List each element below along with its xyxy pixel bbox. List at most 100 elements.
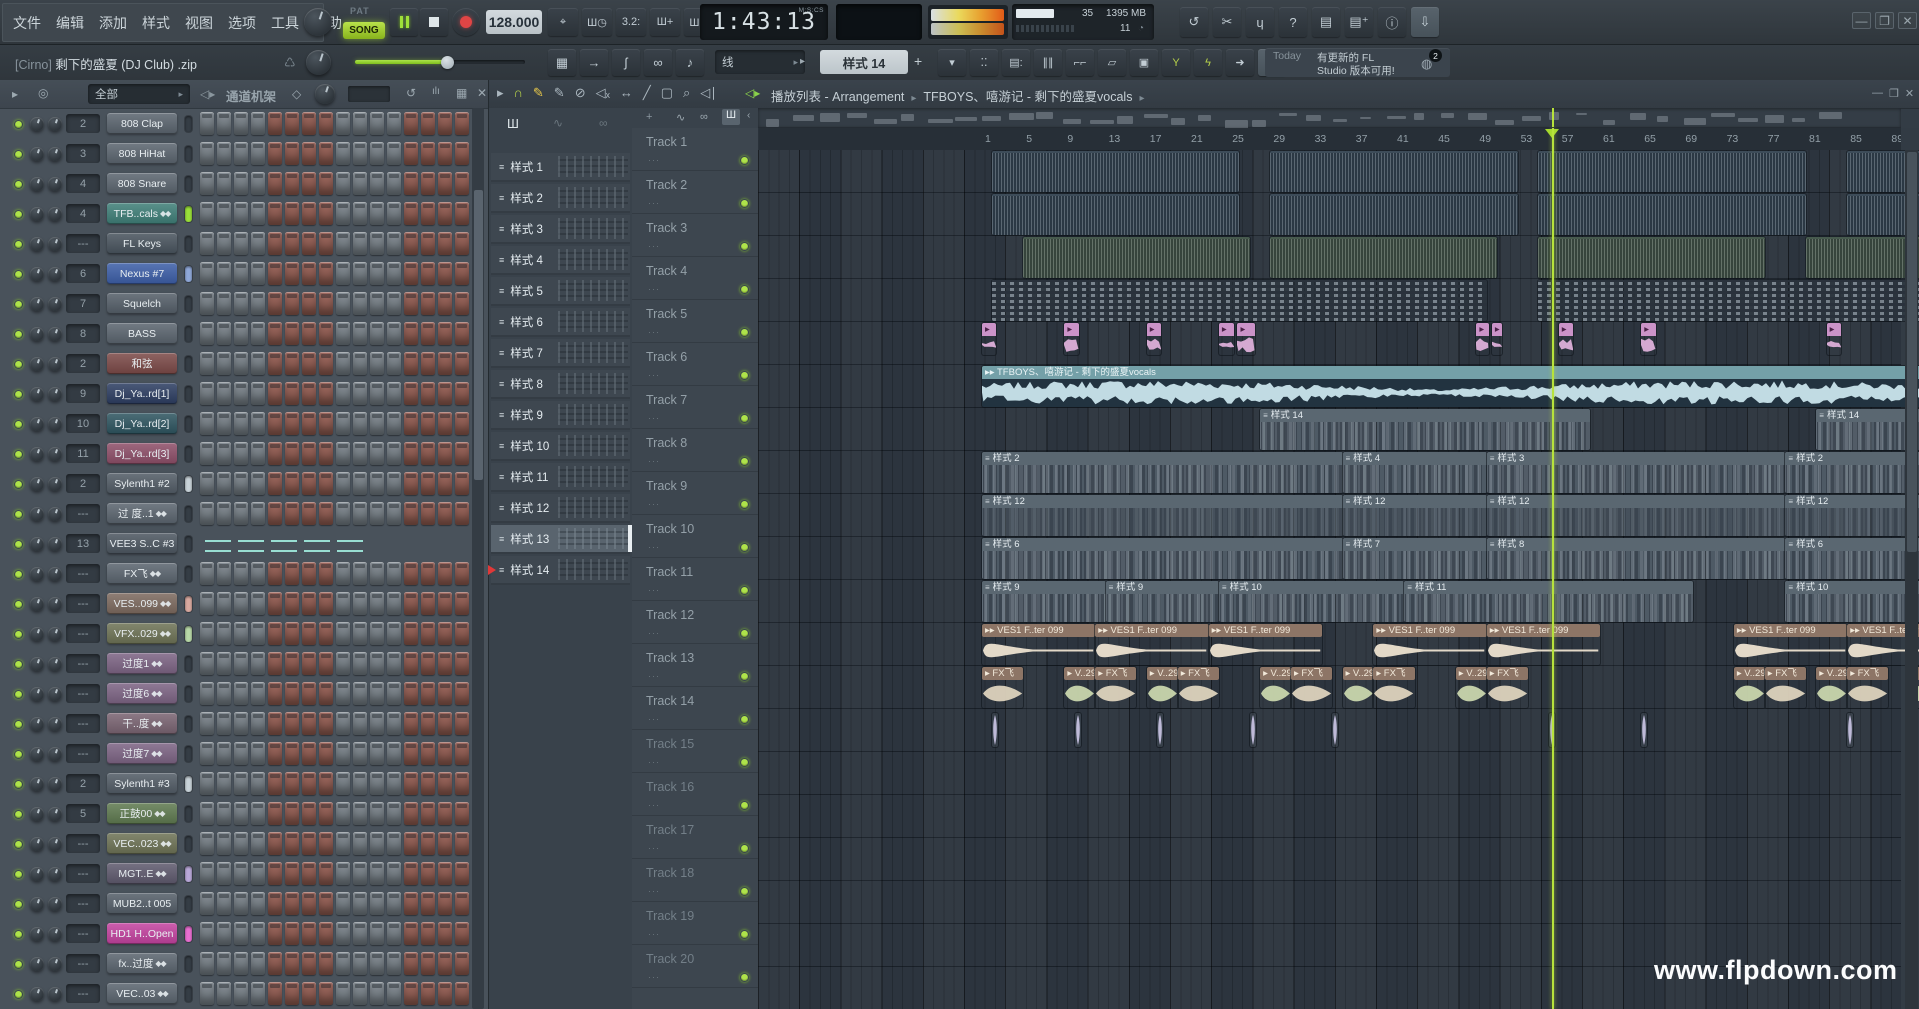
step-button[interactable] xyxy=(404,922,418,945)
audio-clip[interactable]: ▸ V..29 xyxy=(1456,667,1487,708)
step-button[interactable] xyxy=(285,502,299,525)
step-button[interactable] xyxy=(404,472,418,495)
step-button[interactable] xyxy=(336,262,350,285)
pattern-item[interactable]: ≡样式 2 xyxy=(491,184,630,213)
step-button[interactable] xyxy=(370,172,384,195)
step-button[interactable] xyxy=(302,832,316,855)
step-button[interactable] xyxy=(217,892,231,915)
channel-mute-indicator[interactable] xyxy=(185,116,192,132)
step-button[interactable] xyxy=(319,502,333,525)
channel-button[interactable]: 和弦 xyxy=(107,353,177,374)
track-led[interactable] xyxy=(740,973,749,982)
step-button[interactable] xyxy=(421,682,435,705)
channel-target-number[interactable]: --- xyxy=(66,864,100,883)
menu-编辑[interactable]: 编辑 xyxy=(56,13,84,33)
track-led[interactable] xyxy=(740,156,749,165)
step-button[interactable] xyxy=(387,472,401,495)
step-button[interactable] xyxy=(200,202,214,225)
step-button[interactable] xyxy=(302,142,316,165)
channel-target-number[interactable]: --- xyxy=(66,834,100,853)
step-button[interactable] xyxy=(421,502,435,525)
channel-mute-indicator[interactable] xyxy=(185,746,192,762)
step-button[interactable] xyxy=(370,832,384,855)
step-button[interactable] xyxy=(353,682,367,705)
channel-led[interactable] xyxy=(14,840,23,849)
menu-选项[interactable]: 选项 xyxy=(228,13,256,33)
step-button[interactable] xyxy=(319,262,333,285)
step-button[interactable] xyxy=(455,442,469,465)
step-button[interactable] xyxy=(251,682,265,705)
step-button[interactable] xyxy=(421,772,435,795)
step-button[interactable] xyxy=(251,502,265,525)
audio-clip[interactable] xyxy=(1157,713,1163,747)
step-button[interactable] xyxy=(251,412,265,435)
channel-button[interactable]: Sylenth1 #3 xyxy=(107,773,177,794)
channel-button[interactable]: 过度7◆◆ xyxy=(107,743,177,764)
channel-mute-indicator[interactable] xyxy=(185,146,192,162)
info-icon[interactable]: ⓘ xyxy=(1378,7,1406,37)
channel-led[interactable] xyxy=(14,150,23,159)
channel-button[interactable]: fx..过度◆◆ xyxy=(107,953,177,974)
step-button[interactable] xyxy=(234,802,248,825)
step-button[interactable] xyxy=(370,202,384,225)
step-button[interactable] xyxy=(421,472,435,495)
channel-pan-knob[interactable] xyxy=(30,987,44,1001)
channel-pan-knob[interactable] xyxy=(30,957,44,971)
step-button[interactable] xyxy=(387,502,401,525)
step-button[interactable] xyxy=(319,232,333,255)
channel-led[interactable] xyxy=(14,810,23,819)
channel-pan-knob[interactable] xyxy=(30,147,44,161)
piano-roll-icon[interactable]: ▦ xyxy=(548,49,576,76)
step-button[interactable] xyxy=(370,262,384,285)
track-name[interactable]: Track 1 xyxy=(646,135,687,149)
step-button[interactable] xyxy=(319,592,333,615)
step-button[interactable] xyxy=(251,232,265,255)
channel-pan-knob[interactable] xyxy=(30,927,44,941)
step-button[interactable] xyxy=(285,322,299,345)
step-button[interactable] xyxy=(217,202,231,225)
step-button[interactable] xyxy=(336,202,350,225)
channel-target-number[interactable]: --- xyxy=(66,954,100,973)
step-button[interactable] xyxy=(404,292,418,315)
track-name[interactable]: Track 9 xyxy=(646,479,687,493)
swing-knob[interactable] xyxy=(315,84,335,104)
picker-piano-tab-icon[interactable]: Ш xyxy=(507,116,519,131)
channel-volume-knob[interactable] xyxy=(48,867,62,881)
step-button[interactable] xyxy=(387,592,401,615)
channel-volume-knob[interactable] xyxy=(48,657,62,671)
quick-render-icon[interactable]: ϟ xyxy=(1194,49,1222,76)
step-button[interactable] xyxy=(353,232,367,255)
step-button[interactable] xyxy=(336,742,350,765)
step-button[interactable] xyxy=(234,742,248,765)
step-button[interactable] xyxy=(268,412,282,435)
channel-button[interactable]: 808 HiHat xyxy=(107,143,177,164)
step-button[interactable] xyxy=(455,562,469,585)
channel-target-number[interactable]: --- xyxy=(66,744,100,763)
step-button[interactable] xyxy=(370,712,384,735)
help-icon[interactable]: ? xyxy=(1279,7,1307,37)
step-button[interactable] xyxy=(217,172,231,195)
channel-pan-knob[interactable] xyxy=(30,327,44,341)
channel-button[interactable]: 过度1◆◆ xyxy=(107,653,177,674)
channel-volume-knob[interactable] xyxy=(48,267,62,281)
channel-button[interactable]: 正鼓00◆◆ xyxy=(107,803,177,824)
step-button[interactable] xyxy=(404,352,418,375)
channel-button[interactable]: 808 Clap xyxy=(107,113,177,134)
automation-tab-icon[interactable]: ∞ xyxy=(700,111,708,123)
step-button[interactable] xyxy=(268,202,282,225)
audio-clip[interactable]: ▸ xyxy=(1827,323,1841,355)
step-button[interactable] xyxy=(421,622,435,645)
link-icon[interactable]: ∞ xyxy=(644,49,672,76)
channel-pan-knob[interactable] xyxy=(30,207,44,221)
step-button[interactable] xyxy=(302,352,316,375)
channel-button[interactable]: 808 Snare xyxy=(107,173,177,194)
step-button[interactable] xyxy=(319,712,333,735)
audio-clip[interactable] xyxy=(992,280,1486,321)
main-volume-knob[interactable] xyxy=(304,8,332,36)
snap-grid-icon[interactable]: ▾ xyxy=(938,49,966,76)
step-button[interactable] xyxy=(285,232,299,255)
channel-volume-knob[interactable] xyxy=(48,837,62,851)
step-button[interactable] xyxy=(268,142,282,165)
audio-clip[interactable]: ▸▸ VES1 F..ter 099 xyxy=(1373,624,1486,665)
channel-target-number[interactable]: 4 xyxy=(66,204,100,223)
